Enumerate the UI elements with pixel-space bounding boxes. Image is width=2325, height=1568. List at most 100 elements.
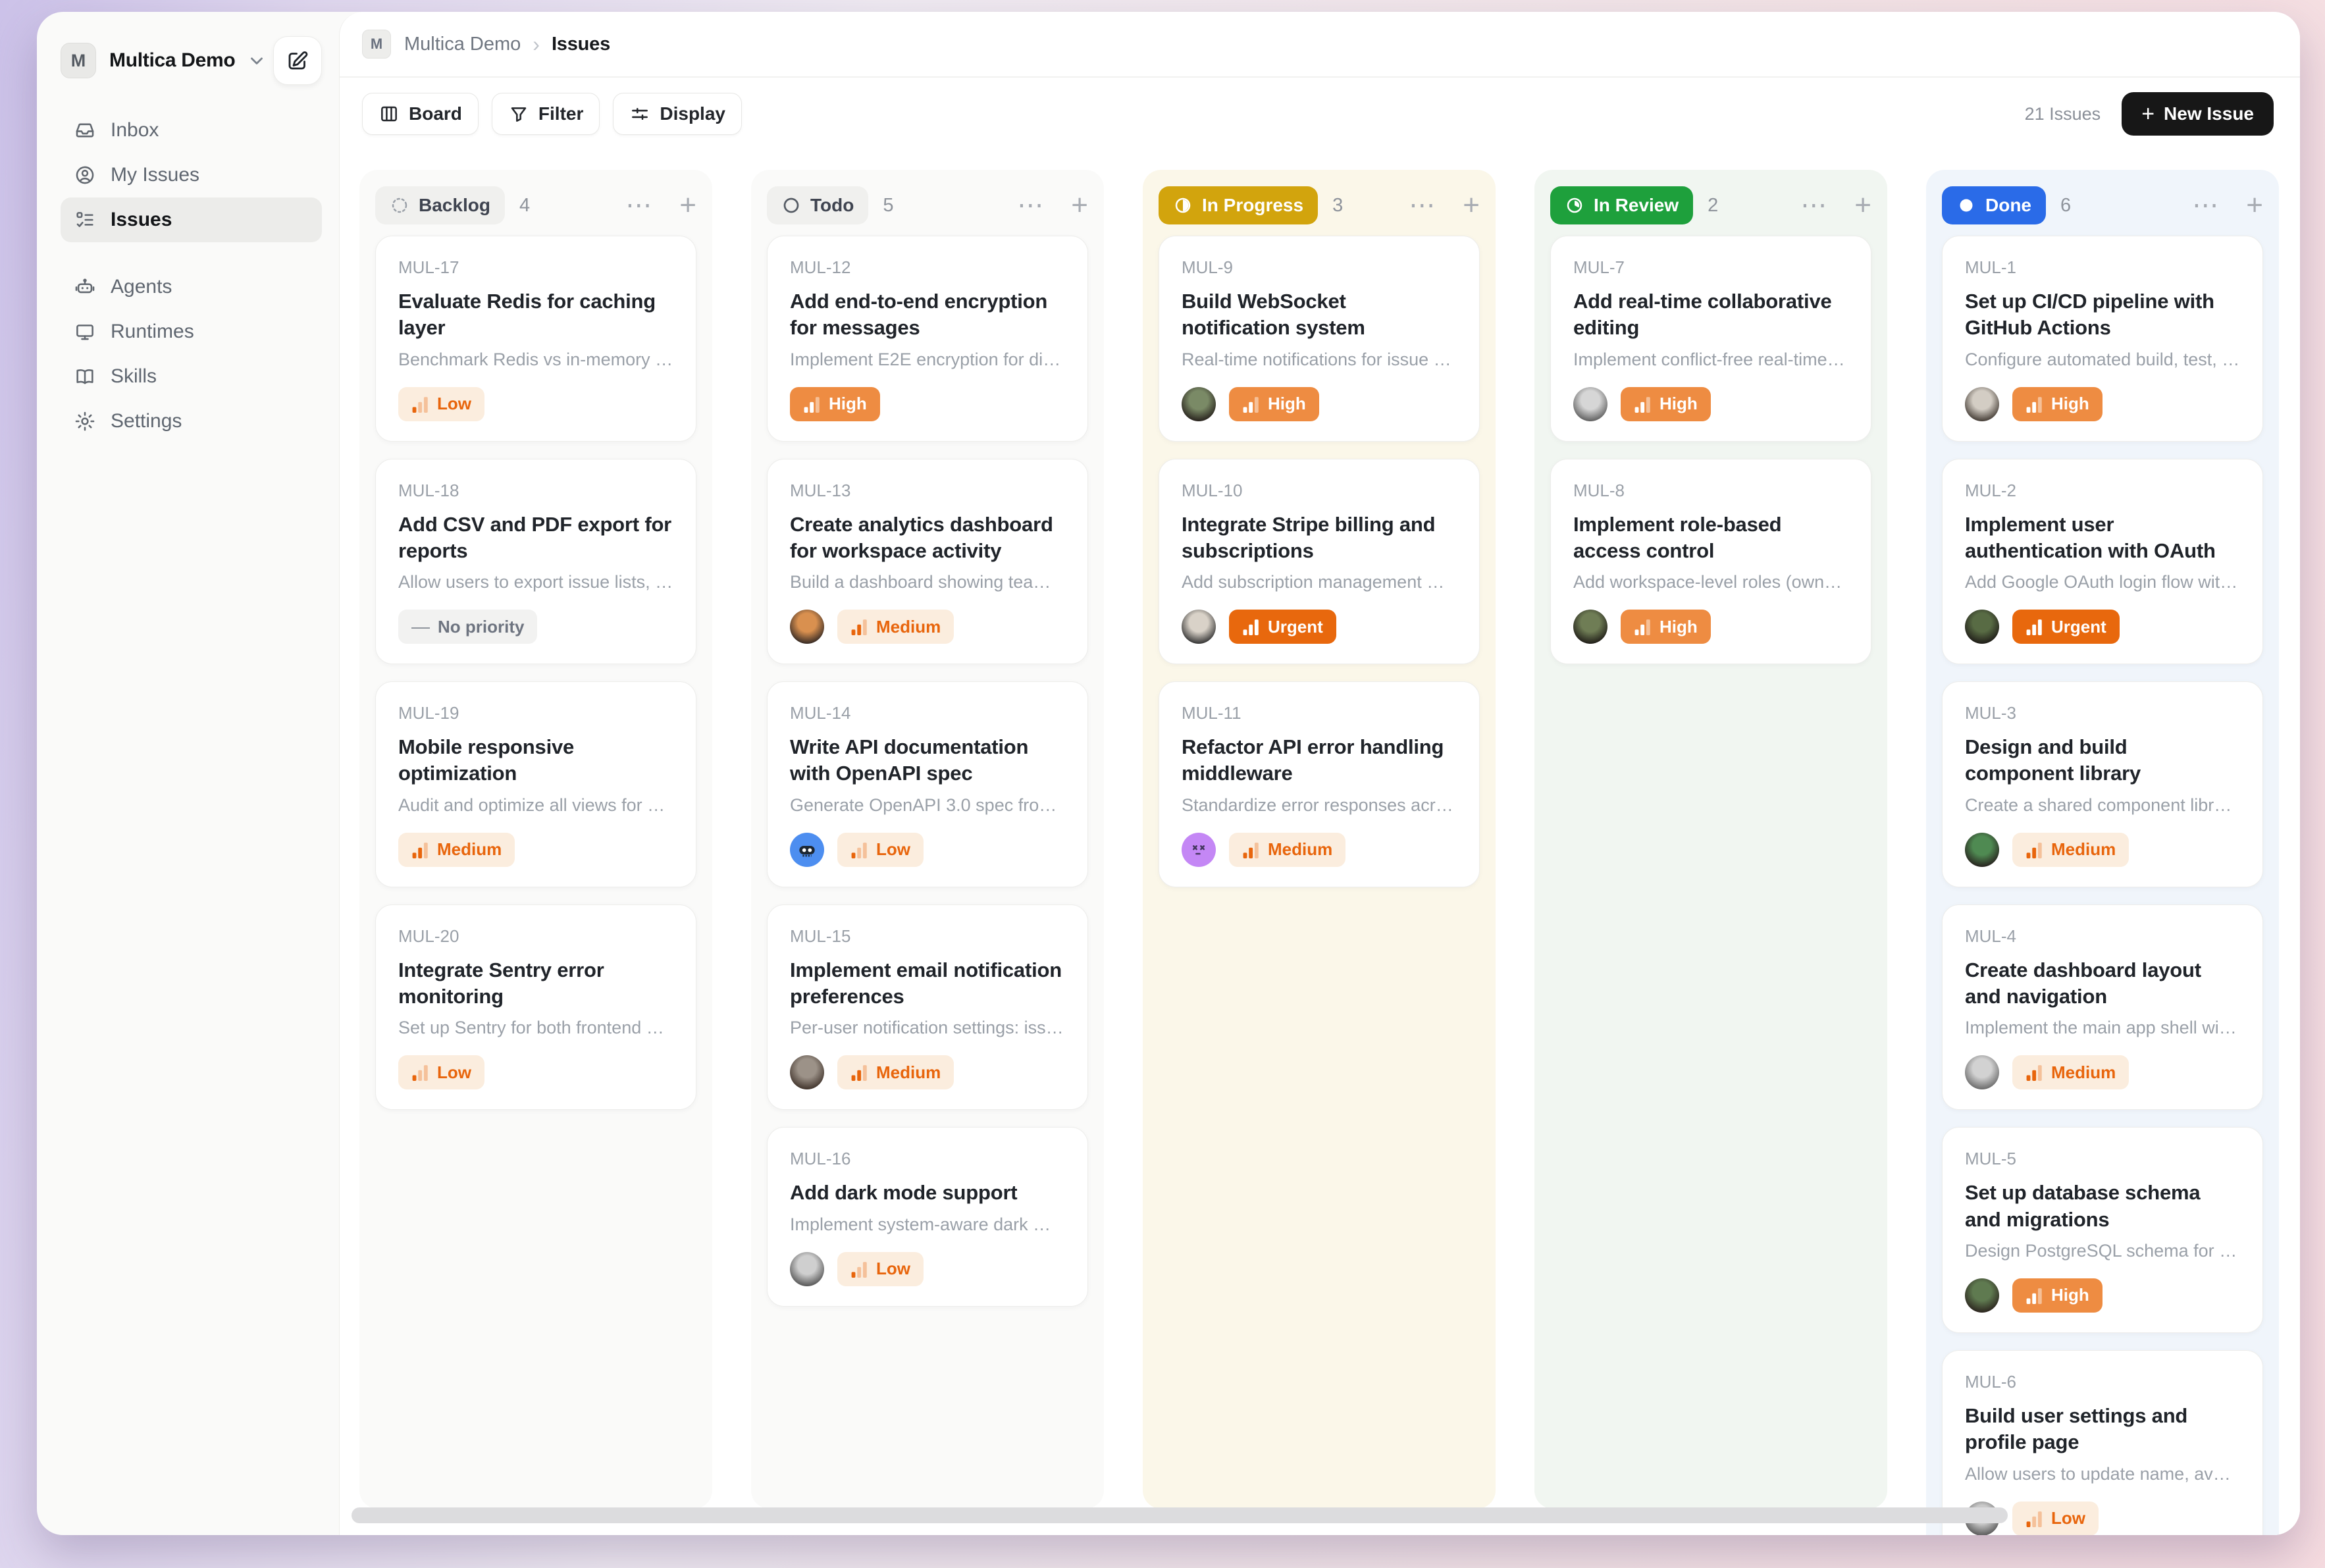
status-pill-in-review[interactable]: In Review: [1550, 186, 1693, 224]
issue-card-MUL-20[interactable]: MUL-20 Integrate Sentry error monitoring…: [375, 904, 696, 1111]
status-pill-done[interactable]: Done: [1942, 186, 2046, 224]
priority-label: Low: [437, 1062, 471, 1083]
issue-card-MUL-18[interactable]: MUL-18 Add CSV and PDF export for report…: [375, 459, 696, 665]
issue-card-MUL-5[interactable]: MUL-5 Set up database schema and migrati…: [1942, 1127, 2263, 1333]
issue-card-MUL-1[interactable]: MUL-1 Set up CI/CD pipeline with GitHub …: [1942, 236, 2263, 442]
issue-card-MUL-8[interactable]: MUL-8 Implement role-based access contro…: [1550, 459, 1871, 665]
issue-card-MUL-11[interactable]: MUL-11 Refactor API error handling middl…: [1159, 681, 1480, 887]
issue-id: MUL-16: [790, 1149, 1065, 1169]
column-cards: MUL-17 Evaluate Redis for caching layer …: [375, 236, 696, 1110]
issue-title: Implement role-based access control: [1573, 511, 1848, 565]
main-panel: M Multica Demo › Issues BoardFilterDispl…: [339, 12, 2300, 1535]
priority-badge: Medium: [2012, 1055, 2129, 1089]
issue-description: Implement the main app shell with…: [1965, 1018, 2240, 1038]
priority-badge: High: [2012, 387, 2103, 421]
issue-card-MUL-17[interactable]: MUL-17 Evaluate Redis for caching layer …: [375, 236, 696, 442]
issue-id: MUL-2: [1965, 481, 2240, 501]
column-in-review: In Review 2 ⋯ + MUL-7 Add real-time coll…: [1534, 170, 1887, 1509]
column-header-backlog: Backlog 4 ⋯ +: [375, 184, 696, 226]
new-issue-button[interactable]: + New Issue: [2122, 92, 2274, 136]
board-columns-icon: [379, 103, 400, 124]
priority-bars-icon: [2025, 1064, 2043, 1081]
priority-label: High: [2051, 394, 2089, 414]
issue-id: MUL-4: [1965, 926, 2240, 947]
breadcrumb-workspace[interactable]: Multica Demo: [404, 34, 521, 55]
priority-label: Medium: [876, 1062, 941, 1083]
issue-id: MUL-20: [398, 926, 673, 947]
issue-card-MUL-10[interactable]: MUL-10 Integrate Stripe billing and subs…: [1159, 459, 1480, 665]
column-count: 4: [519, 195, 530, 217]
column-cards: MUL-12 Add end-to-end encryption for mes…: [767, 236, 1088, 1307]
priority-label: Medium: [437, 839, 502, 860]
board-button[interactable]: Board: [362, 93, 479, 135]
sliders-icon: [629, 103, 650, 124]
issue-card-MUL-2[interactable]: MUL-2 Implement user authentication with…: [1942, 459, 2263, 665]
sidebar-item-runtimes[interactable]: Runtimes: [61, 309, 322, 354]
priority-bars-icon: [411, 841, 429, 858]
column-label: Done: [1985, 195, 2031, 216]
workspace-switcher[interactable]: M Multica Demo: [61, 37, 322, 84]
issue-title: Implement email notification preferences: [790, 957, 1065, 1010]
issue-footer: —No priority: [398, 610, 673, 644]
assignee-avatar: [1573, 610, 1607, 644]
issue-title: Create analytics dashboard for workspace…: [790, 511, 1065, 565]
filled-circle-icon: [1956, 196, 1976, 215]
sidebar-item-label: Runtimes: [111, 321, 194, 343]
priority-label: Low: [876, 839, 910, 860]
workspace-logo: M: [61, 43, 96, 78]
assignee-avatar: [1965, 1055, 1999, 1089]
issue-description: Per-user notification settings: issue…: [790, 1018, 1065, 1038]
issue-title: Write API documentation with OpenAPI spe…: [790, 734, 1065, 787]
priority-badge: Low: [837, 1252, 924, 1286]
issue-title: Design and build component library: [1965, 734, 2240, 787]
filter-label: Filter: [538, 103, 583, 124]
sidebar-item-settings[interactable]: Settings: [61, 399, 322, 444]
horizontal-scrollbar[interactable]: [352, 1507, 2008, 1523]
issue-card-MUL-13[interactable]: MUL-13 Create analytics dashboard for wo…: [767, 459, 1088, 665]
issue-card-MUL-14[interactable]: MUL-14 Write API documentation with Open…: [767, 681, 1088, 887]
assignee-avatar: [1573, 387, 1607, 421]
assignee-avatar-dizzy: [1182, 833, 1216, 867]
issue-footer: Medium: [790, 610, 1065, 644]
issue-card-MUL-15[interactable]: MUL-15 Implement email notification pref…: [767, 904, 1088, 1111]
issue-card-MUL-19[interactable]: MUL-19 Mobile responsive optimization Au…: [375, 681, 696, 887]
issue-card-MUL-12[interactable]: MUL-12 Add end-to-end encryption for mes…: [767, 236, 1088, 442]
issue-count: 21 Issues: [2025, 104, 2101, 124]
status-pill-backlog[interactable]: Backlog: [375, 186, 505, 224]
issue-footer: Medium: [398, 833, 673, 867]
issue-card-MUL-9[interactable]: MUL-9 Build WebSocket notification syste…: [1159, 236, 1480, 442]
issue-card-MUL-4[interactable]: MUL-4 Create dashboard layout and naviga…: [1942, 904, 2263, 1111]
issue-footer: Low: [398, 387, 673, 421]
issue-card-MUL-16[interactable]: MUL-16 Add dark mode support Implement s…: [767, 1127, 1088, 1306]
toolbar-right: 21 Issues + New Issue: [2025, 92, 2274, 136]
issue-description: Design PostgreSQL schema for core…: [1965, 1241, 2240, 1261]
plus-icon: +: [2141, 103, 2155, 125]
display-button[interactable]: Display: [613, 93, 742, 135]
sidebar-item-inbox[interactable]: Inbox: [61, 108, 322, 153]
issue-footer: Medium: [1965, 833, 2240, 867]
column-header-in-progress: In Progress 3 ⋯ +: [1159, 184, 1480, 226]
issue-description: Allow users to update name, avatar,…: [1965, 1464, 2240, 1484]
sidebar-item-agents[interactable]: Agents: [61, 265, 322, 309]
priority-badge: Medium: [837, 610, 954, 644]
sidebar-item-my-issues[interactable]: My Issues: [61, 153, 322, 197]
issue-card-MUL-7[interactable]: MUL-7 Add real-time collaborative editin…: [1550, 236, 1871, 442]
priority-label: Medium: [876, 617, 941, 637]
filter-button[interactable]: Filter: [492, 93, 600, 135]
board-label: Board: [409, 103, 462, 124]
status-pill-in-progress[interactable]: In Progress: [1159, 186, 1318, 224]
status-pill-todo[interactable]: Todo: [767, 186, 868, 224]
issue-card-MUL-3[interactable]: MUL-3 Design and build component library…: [1942, 681, 2263, 887]
issue-title: Create dashboard layout and navigation: [1965, 957, 2240, 1010]
book-icon: [74, 365, 96, 388]
column-count: 3: [1332, 195, 1343, 217]
sidebar-item-label: Agents: [111, 276, 172, 298]
no-priority-dash-icon: —: [411, 616, 430, 637]
priority-bars-icon: [803, 396, 821, 413]
issue-id: MUL-13: [790, 481, 1065, 501]
issue-description: Allow users to export issue lists, activ…: [398, 572, 673, 592]
column-cards: MUL-9 Build WebSocket notification syste…: [1159, 236, 1480, 887]
compose-button[interactable]: [273, 36, 322, 85]
sidebar-item-skills[interactable]: Skills: [61, 354, 322, 399]
sidebar-item-issues[interactable]: Issues: [61, 197, 322, 242]
